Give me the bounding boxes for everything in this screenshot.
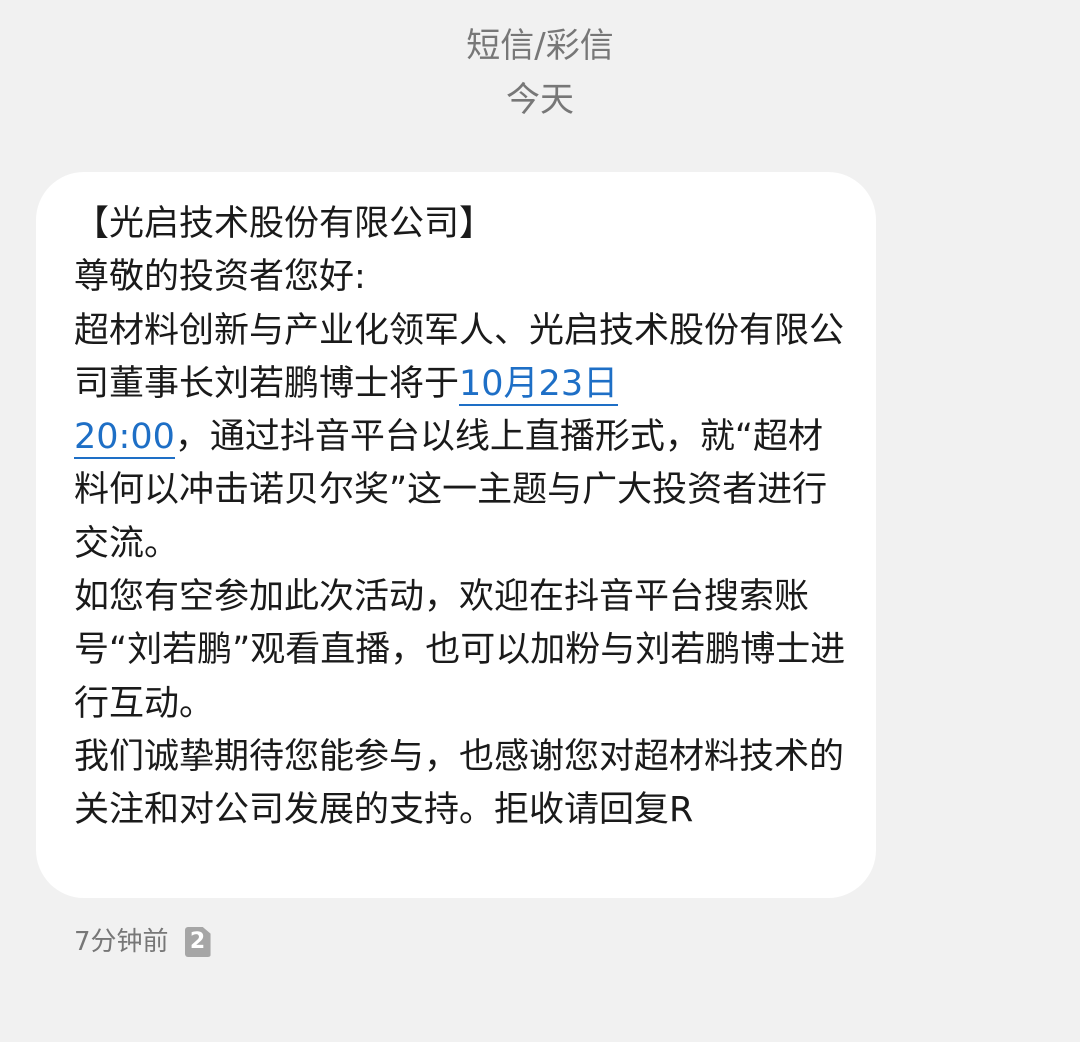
message-text-part2: ，通过抖音平台以线上直播形式，就“超材料何以冲击诺贝尔奖”这一主题与广大投资者进… — [74, 417, 846, 831]
conversation-header: 短信/彩信 今天 — [0, 20, 1080, 128]
time-link[interactable]: 20:00 — [74, 417, 175, 460]
date-separator: 今天 — [506, 80, 574, 120]
message-bubble[interactable]: 【光启技术股份有限公司】 尊敬的投资者您好: 超材料创新与产业化领军人、光启技术… — [36, 172, 876, 898]
message-body: 【光启技术股份有限公司】 尊敬的投资者您好: 超材料创新与产业化领军人、光启技术… — [74, 198, 846, 838]
sim-card-icon: 2 — [184, 927, 211, 957]
message-timestamp: 7分钟前 — [74, 927, 169, 957]
date-link[interactable]: 10月23日 — [459, 363, 619, 406]
message-meta: 7分钟前 2 — [74, 924, 211, 960]
channel-label: 短信/彩信 — [466, 26, 614, 66]
